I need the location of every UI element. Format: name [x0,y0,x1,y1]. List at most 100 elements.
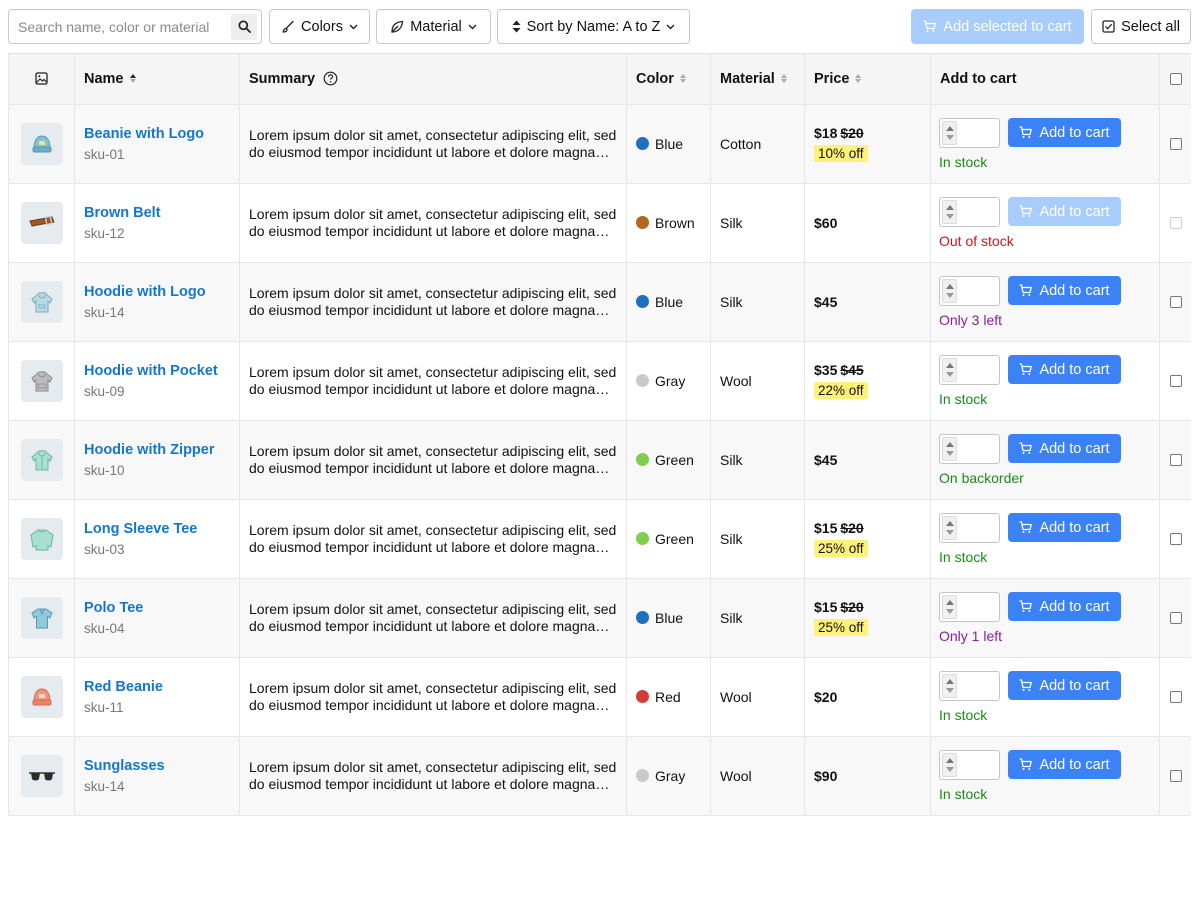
name-cell: Hoodie with Zipper sku-10 [74,420,240,500]
add-selected-to-cart-button[interactable]: Add selected to cart [911,9,1084,44]
quantity-stepper[interactable] [939,275,1000,306]
row-select-checkbox[interactable] [1169,532,1182,545]
add-to-cart-button[interactable]: Add to cart [1008,513,1121,542]
sort-icon [855,74,862,84]
product-thumbnail[interactable] [21,596,63,639]
material-label: Wool [720,372,752,389]
add-to-cart-button[interactable]: Add to cart [1008,434,1121,463]
product-thumbnail[interactable] [21,122,63,165]
header-select-checkbox[interactable] [1169,72,1182,85]
color-cell: Green [626,420,711,500]
row-select-checkbox[interactable] [1169,453,1182,466]
stock-status: In stock [939,785,988,802]
product-sku: sku-04 [84,621,125,636]
product-name-link[interactable]: Brown Belt [84,204,239,222]
product-name-link[interactable]: Hoodie with Pocket [84,362,239,380]
add-to-cart-button[interactable]: Add to cart [1008,750,1121,779]
add-to-cart-button[interactable]: Add to cart [1008,276,1121,305]
price-cell: $18 $20 10% off [804,104,931,184]
summary-header-label: Summary [249,70,316,87]
add-to-cart-button[interactable]: Add to cart [1008,118,1121,147]
row-select-checkbox[interactable] [1169,137,1182,150]
row-select-checkbox[interactable] [1169,611,1182,624]
quantity-spinner[interactable] [942,673,957,698]
help-icon[interactable] [323,71,338,86]
product-name-link[interactable]: Red Beanie [84,678,239,696]
add-to-cart-button[interactable]: Add to cart [1008,355,1121,384]
quantity-stepper[interactable] [939,117,1000,148]
add-to-cart-button[interactable]: Add to cart [1008,592,1121,621]
name-cell: Red Beanie sku-11 [74,657,240,737]
discount-badge: 10% off [814,145,868,162]
row-select-checkbox[interactable] [1169,295,1182,308]
product-name-link[interactable]: Polo Tee [84,599,239,617]
material-filter-button[interactable]: Material [376,9,491,44]
leaf-icon [391,20,404,33]
hoodie-icon [27,287,57,317]
row-select-checkbox[interactable] [1169,690,1182,703]
quantity-spinner[interactable] [942,278,957,303]
price-column-header[interactable]: Price [804,54,931,105]
select-all-button[interactable]: Select all [1091,9,1191,44]
summary-cell: Lorem ipsum dolor sit amet, consectetur … [239,420,627,500]
quantity-spinner[interactable] [942,752,957,777]
cart-icon [1019,205,1033,217]
row-select-checkbox[interactable] [1169,374,1182,387]
product-thumbnail[interactable] [21,675,63,718]
product-thumbnail[interactable] [21,280,63,323]
product-thumbnail[interactable] [21,517,63,560]
product-name-link[interactable]: Beanie with Logo [84,125,239,143]
products-table-container: Name Summary Color Material Price Add to… [8,53,1191,828]
table-row: Long Sleeve Tee sku-03 Lorem ipsum dolor s… [8,499,1191,579]
add-to-cart-header-label: Add to cart [940,70,1017,87]
product-thumbnail[interactable] [21,359,63,402]
quantity-stepper[interactable] [939,512,1000,543]
quantity-spinner[interactable] [942,120,957,145]
quantity-stepper[interactable] [939,354,1000,385]
add-to-cart-label: Add to cart [1039,677,1110,694]
summary-cell: Lorem ipsum dolor sit amet, consectetur … [239,499,627,579]
current-price: $35 [814,362,838,378]
quantity-stepper[interactable] [939,670,1000,701]
product-sku: sku-14 [84,305,125,320]
quantity-spinner[interactable] [942,436,957,461]
material-label: Cotton [720,135,762,152]
color-label: Blue [655,293,684,310]
search-input[interactable] [9,10,231,43]
material-cell: Silk [710,183,805,263]
name-column-header[interactable]: Name [74,54,240,105]
product-name-link[interactable]: Hoodie with Logo [84,283,239,301]
product-name-link[interactable]: Long Sleeve Tee [84,520,239,538]
quantity-spinner[interactable] [942,515,957,540]
products-table: Name Summary Color Material Price Add to… [8,54,1191,816]
stock-status: In stock [939,153,988,170]
product-sku: sku-14 [84,779,125,794]
color-column-header[interactable]: Color [626,54,711,105]
sort-button[interactable]: Sort by Name: A to Z [497,9,690,44]
quantity-stepper[interactable] [939,433,1000,464]
name-cell: Hoodie with Pocket sku-09 [74,341,240,421]
product-thumbnail[interactable] [21,438,63,481]
quantity-spinner[interactable] [942,594,957,619]
color-cell: Gray [626,341,711,421]
product-thumbnail[interactable] [21,201,63,244]
table-header-row: Name Summary Color Material Price Add to… [8,54,1191,105]
cart-icon [1019,363,1033,375]
product-summary: Lorem ipsum dolor sit amet, consectetur … [249,758,617,792]
quantity-stepper[interactable] [939,591,1000,622]
row-select-checkbox[interactable] [1169,769,1182,782]
colors-filter-button[interactable]: Colors [269,9,370,44]
toolbar: Colors Material Sort by Name: A to Z Add… [8,9,1191,45]
summary-column-header: Summary [239,54,627,105]
quantity-stepper[interactable] [939,749,1000,780]
product-name-link[interactable]: Sunglasses [84,757,239,775]
search-button[interactable] [231,13,257,40]
add-to-cart-button[interactable]: Add to cart [1008,671,1121,700]
product-sku: sku-03 [84,542,125,557]
product-name-link[interactable]: Hoodie with Zipper [84,441,239,459]
product-thumbnail[interactable] [21,754,63,797]
quantity-spinner[interactable] [942,357,957,382]
material-header-label: Material [720,70,775,87]
color-label: Blue [655,135,684,152]
material-column-header[interactable]: Material [710,54,805,105]
